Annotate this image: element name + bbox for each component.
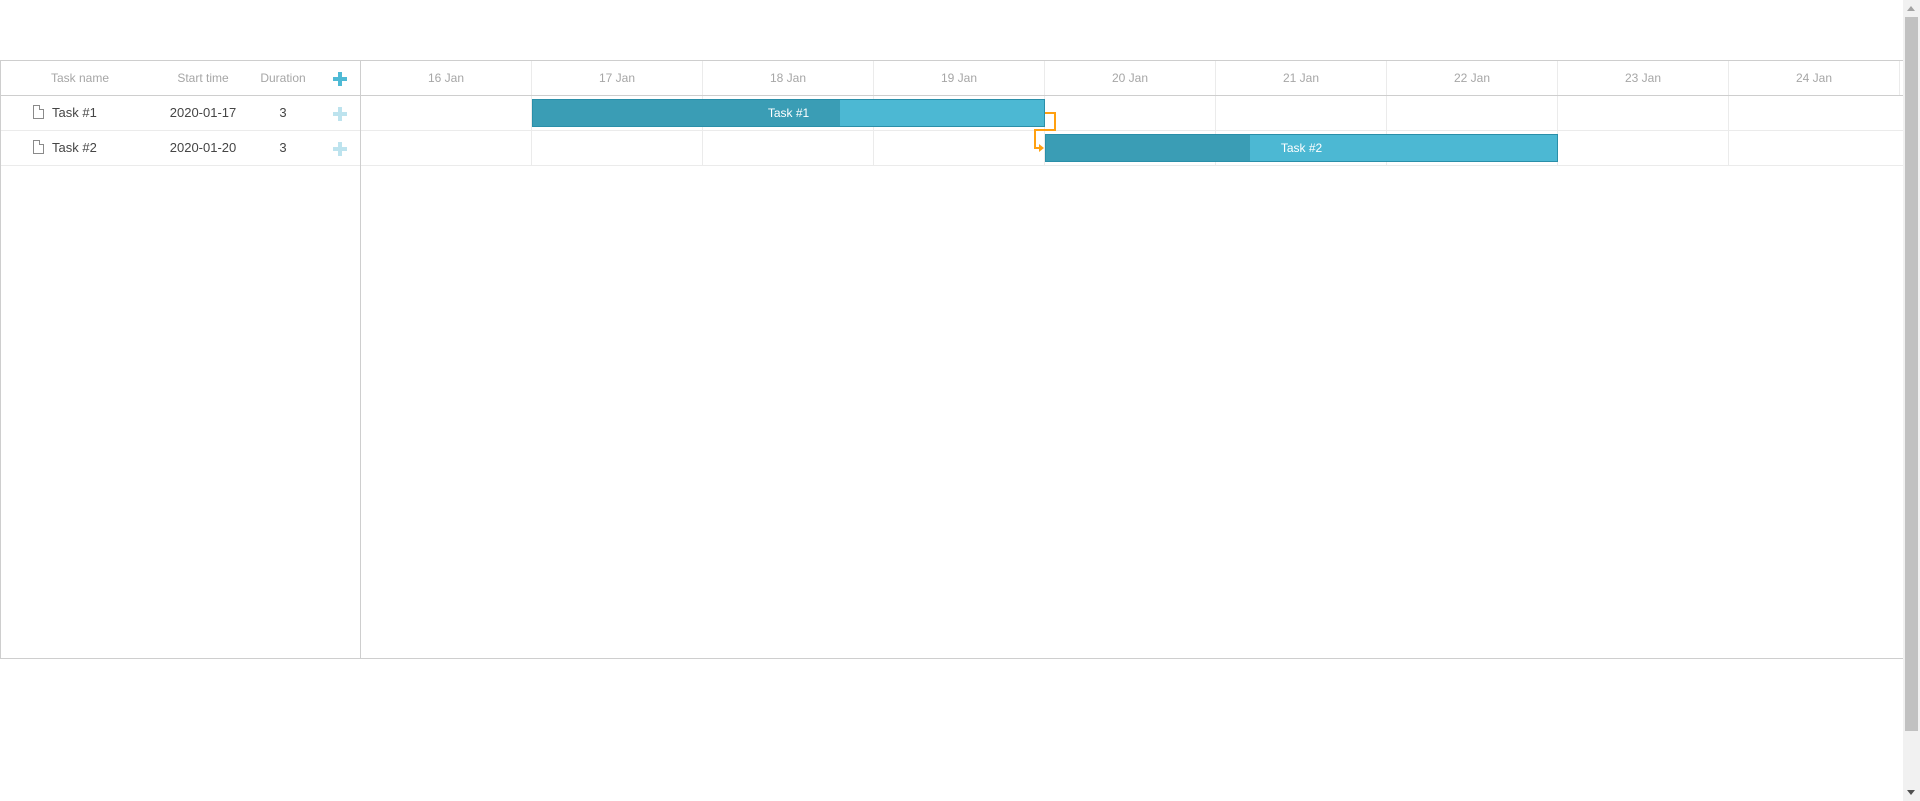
- timeline-row-line: [361, 165, 1903, 166]
- task-bar[interactable]: Task #1: [532, 99, 1045, 127]
- scroll-down-button[interactable]: [1903, 784, 1920, 801]
- plus-icon: [333, 141, 347, 156]
- task-bar[interactable]: Task #2: [1045, 134, 1558, 162]
- timeline-day-header: 20 Jan: [1045, 61, 1216, 95]
- add-subtask-button[interactable]: [319, 96, 361, 130]
- vertical-scrollbar[interactable]: [1903, 0, 1920, 801]
- timeline-day-header: 16 Jan: [361, 61, 532, 95]
- scrollbar-thumb[interactable]: [1905, 17, 1918, 731]
- file-icon: [33, 105, 44, 120]
- task-name-label: Task #2: [52, 140, 97, 155]
- task-name-cell[interactable]: Task #1: [33, 96, 159, 130]
- task-name-label: Task #1: [52, 105, 97, 120]
- timeline-header: 16 Jan 17 Jan 18 Jan 19 Jan 20 Jan 21 Jan 22 J…: [361, 61, 1903, 96]
- duration-cell[interactable]: 3: [247, 96, 319, 130]
- add-task-button[interactable]: [319, 61, 361, 95]
- add-subtask-button[interactable]: [319, 131, 361, 165]
- arrow-down-icon: [1907, 790, 1915, 795]
- timeline-day-header: 24 Jan: [1729, 61, 1900, 95]
- timeline-day-header: 21 Jan: [1216, 61, 1387, 95]
- table-row[interactable]: Task #1 2020-01-17 3: [1, 96, 360, 131]
- timeline-row-line: [361, 130, 1903, 131]
- task-bar-label: Task #2: [1280, 141, 1323, 155]
- timeline-column-line: [1728, 96, 1729, 166]
- column-header-duration[interactable]: Duration: [247, 61, 319, 95]
- timeline-day-header: 17 Jan: [532, 61, 703, 95]
- timeline-day-header: 18 Jan: [703, 61, 874, 95]
- task-bar-label: Task #1: [767, 106, 810, 120]
- grid-header: Task name Start time Duration: [1, 61, 360, 96]
- arrow-up-icon: [1907, 6, 1915, 11]
- task-name-cell[interactable]: Task #2: [33, 131, 159, 165]
- timeline-day-header: 19 Jan: [874, 61, 1045, 95]
- duration-cell[interactable]: 3: [247, 131, 319, 165]
- column-header-start-time[interactable]: Start time: [159, 61, 247, 95]
- scroll-up-button[interactable]: [1903, 0, 1920, 17]
- plus-icon: [333, 106, 347, 121]
- timeline: 16 Jan 17 Jan 18 Jan 19 Jan 20 Jan 21 Jan 22 J…: [361, 61, 1903, 658]
- file-icon: [33, 140, 44, 155]
- task-grid: Task name Start time Duration Task #1 20…: [1, 61, 361, 658]
- timeline-day-header: 22 Jan: [1387, 61, 1558, 95]
- start-time-cell[interactable]: 2020-01-20: [159, 131, 247, 165]
- column-header-task-name[interactable]: Task name: [1, 61, 159, 95]
- timeline-day-header: 23 Jan: [1558, 61, 1729, 95]
- start-time-cell[interactable]: 2020-01-17: [159, 96, 247, 130]
- gantt-chart: Task name Start time Duration Task #1 20…: [0, 60, 1904, 659]
- table-row[interactable]: Task #2 2020-01-20 3: [1, 131, 360, 166]
- plus-icon: [333, 71, 347, 86]
